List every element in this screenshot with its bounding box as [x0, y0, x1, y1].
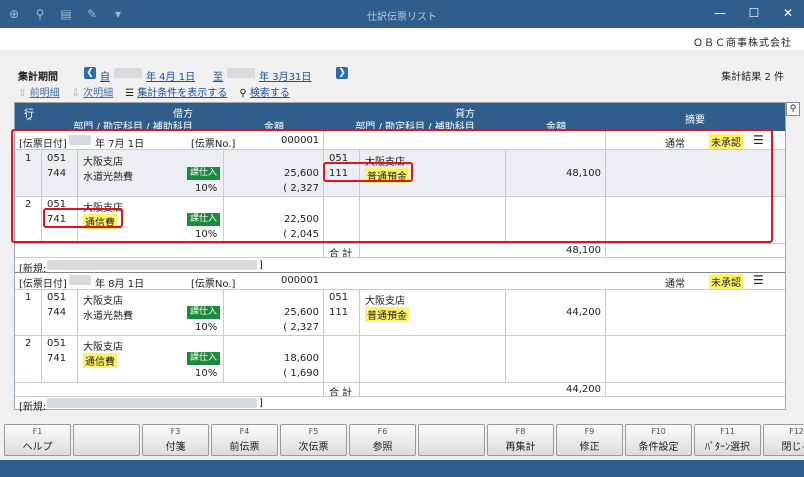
journal-grid: 行 ⌃ 借方 部門 / 勘定科目 / 補助科目 金額 貸方 部門 / 勘定科目 … [11, 102, 786, 413]
f9-edit-button[interactable]: F9 修正 [556, 424, 623, 456]
company-bar [0, 28, 804, 50]
f12-close-button[interactable]: F12閉じる [763, 424, 804, 456]
company-name: ＯＢＣ商事株式会社 [693, 38, 792, 49]
status-badge: 未承認 [709, 274, 743, 289]
f10-conditions-button[interactable]: F10 条件設定 [625, 424, 692, 456]
grid-search-icon[interactable]: ⚲ [786, 102, 800, 116]
result-count: 集計結果 2 件 [721, 72, 784, 83]
tax-tag: 課仕入 [187, 352, 221, 365]
show-conditions-link[interactable]: ☰ 集計条件を表示する [125, 84, 227, 99]
f8-recalc-button[interactable]: F8 再集計 [487, 424, 554, 456]
highlight-voucher-box [11, 129, 773, 243]
tax-tag: 課仕入 [187, 306, 221, 319]
f11-pattern-button[interactable]: F11 ﾊﾟﾀｰﾝ選択 [694, 424, 761, 456]
highlight-debit-account [43, 208, 123, 228]
title-bar: ⊕ ⚲ ▤ ✎ ▾ 仕訳伝票リスト — ☐ ✕ [0, 0, 804, 28]
period-range[interactable]: 自 年 4月 1日 至 年 3月31日 [100, 68, 311, 83]
f1-help-button[interactable]: F1 ヘルプ [4, 424, 71, 456]
f2-blank-button[interactable] [73, 424, 140, 456]
period-next-icon[interactable]: ❯ [336, 67, 348, 79]
menu-icon[interactable]: ☰ [753, 273, 764, 287]
maximize-icon[interactable]: ☐ [746, 5, 762, 21]
next-detail-link[interactable]: ⇩ 次明細 [72, 84, 114, 99]
status-bar [0, 460, 804, 477]
f7-blank-button[interactable] [418, 424, 485, 456]
voucher-no-label: [伝票No.] [191, 279, 236, 290]
highlight-credit-account [323, 162, 413, 182]
list-icon: ☰ [125, 88, 135, 99]
voucher-no: 000001 [281, 275, 320, 286]
prev-detail-link[interactable]: ⇧ 前明細 [18, 84, 60, 99]
total-amount: 44,200 [566, 384, 601, 395]
grid-header: 行 ⌃ 借方 部門 / 勘定科目 / 補助科目 金額 貸方 部門 / 勘定科目 … [15, 103, 785, 133]
f6-reference-button[interactable]: F6 参照 [349, 424, 416, 456]
f5-next-voucher-button[interactable]: F5 次伝票 [280, 424, 347, 456]
magnifier-icon: ⚲ [239, 88, 247, 99]
arrow-down-icon: ⇩ [71, 88, 80, 99]
total-amount: 48,100 [566, 245, 601, 256]
search-link[interactable]: ⚲ 検索する [239, 84, 290, 99]
function-key-bar: F1 ヘルプ F3 付箋 F4 前伝票 F5 次伝票 F6 参照 F8 再集計 F9 修正 F… [4, 424, 804, 456]
collapse-icon[interactable]: ⌃ [17, 117, 41, 128]
col-summary: 摘要 [685, 115, 705, 126]
voucher-date-label: [伝票日付] [19, 279, 67, 290]
period-prev-icon[interactable]: ❮ [84, 67, 96, 79]
window-title: 仕訳伝票リスト [367, 12, 437, 23]
voucher-date: 年 8月 1日 [95, 279, 145, 290]
f3-sticky-button[interactable]: F3 付箋 [142, 424, 209, 456]
arrow-up-icon: ⇧ [18, 88, 27, 99]
close-icon[interactable]: ✕ [780, 5, 796, 21]
new-label: [新規: [19, 402, 47, 413]
f4-prev-voucher-button[interactable]: F4 前伝票 [211, 424, 278, 456]
minimize-icon[interactable]: — [712, 5, 728, 21]
period-label: 集計期間 [18, 72, 58, 83]
voucher-type: 通常 [665, 279, 685, 290]
